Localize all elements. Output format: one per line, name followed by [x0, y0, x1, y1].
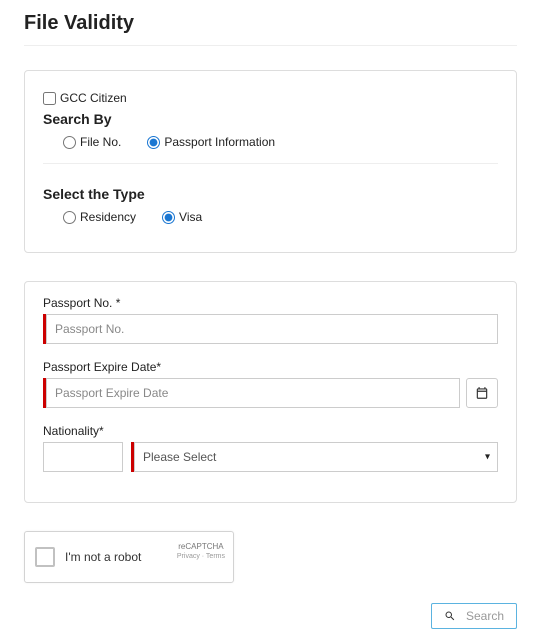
radio-passport-info-label: Passport Information	[164, 135, 275, 149]
page-title: File Validity	[24, 12, 517, 35]
recaptcha-brand-name: reCAPTCHA	[177, 543, 225, 552]
nationality-group: Nationality* Please Select ▾	[43, 424, 498, 472]
recaptcha-links: Privacy · Terms	[177, 553, 225, 560]
passport-no-label: Passport No. *	[43, 296, 498, 310]
radio-residency[interactable]	[63, 211, 76, 224]
gcc-citizen-checkbox[interactable]: GCC Citizen	[43, 91, 498, 105]
radio-file-no-label: File No.	[80, 135, 121, 149]
recaptcha-brand: reCAPTCHA Privacy · Terms	[177, 542, 225, 561]
gcc-citizen-input[interactable]	[43, 92, 56, 105]
expire-date-input[interactable]	[46, 378, 460, 408]
recaptcha-widget[interactable]: I'm not a robot reCAPTCHA Privacy · Term…	[24, 531, 234, 583]
form-panel: Passport No. * Passport Expire Date* Nat…	[24, 281, 517, 503]
radio-visa[interactable]	[162, 211, 175, 224]
nationality-select[interactable]: Please Select	[134, 442, 498, 472]
type-visa[interactable]: Visa	[162, 210, 202, 224]
search-button-label: Search	[466, 609, 504, 623]
search-by-title: Search By	[43, 111, 498, 127]
expire-date-label: Passport Expire Date*	[43, 360, 498, 374]
filter-panel: GCC Citizen Search By File No. Passport …	[24, 70, 517, 253]
search-button[interactable]: Search	[431, 603, 517, 629]
recaptcha-checkbox[interactable]	[35, 547, 55, 567]
search-icon	[444, 610, 456, 622]
search-by-file-no[interactable]: File No.	[63, 135, 121, 149]
calendar-button[interactable]	[466, 378, 498, 408]
select-type-title: Select the Type	[43, 186, 498, 202]
recaptcha-label: I'm not a robot	[65, 550, 141, 564]
search-by-group: File No. Passport Information	[43, 135, 498, 149]
expire-date-group: Passport Expire Date*	[43, 360, 498, 408]
calendar-icon	[475, 386, 489, 400]
radio-passport-info[interactable]	[147, 136, 160, 149]
passport-no-group: Passport No. *	[43, 296, 498, 344]
nationality-label: Nationality*	[43, 424, 498, 438]
search-by-passport-info[interactable]: Passport Information	[147, 135, 275, 149]
divider	[24, 45, 517, 46]
gcc-citizen-label: GCC Citizen	[60, 91, 127, 105]
nationality-code-input[interactable]	[43, 442, 123, 472]
radio-residency-label: Residency	[80, 210, 136, 224]
radio-file-no[interactable]	[63, 136, 76, 149]
type-residency[interactable]: Residency	[63, 210, 136, 224]
passport-no-input[interactable]	[46, 314, 498, 344]
radio-visa-label: Visa	[179, 210, 202, 224]
type-group: Residency Visa	[43, 210, 498, 224]
